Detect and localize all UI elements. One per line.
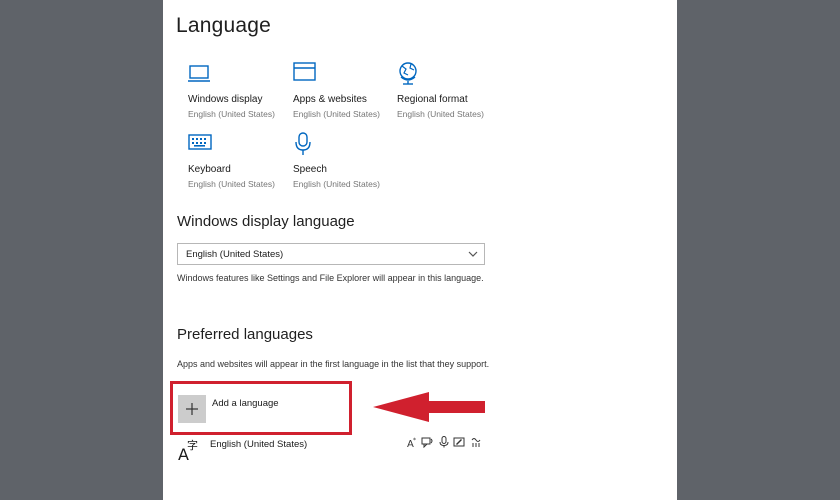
monitor-icon [188,65,210,82]
plus-icon [186,403,198,415]
microphone-icon [295,132,311,155]
speech-recognition-icon [439,436,449,448]
preferred-languages-heading: Preferred languages [177,326,313,343]
tile-title: Windows display [188,94,263,105]
keyboard-icon [188,134,212,150]
tile-apps-websites[interactable]: Apps & websites English (United States) [293,62,403,122]
dropdown-value: English (United States) [186,249,284,260]
tile-subtitle: English (United States) [188,179,275,189]
globe-icon [399,62,417,85]
display-language-icon: A * [407,437,416,448]
display-language-dropdown[interactable]: English (United States) [177,243,485,265]
add-language-label[interactable]: Add a language [212,398,279,409]
tile-subtitle: English (United States) [293,179,380,189]
tile-subtitle: English (United States) [293,109,380,119]
language-glyph-icon: A 字 [178,438,198,462]
tile-title: Speech [293,164,327,175]
window-icon [293,62,316,81]
chevron-down-icon [468,251,478,257]
svg-text:字: 字 [187,438,198,452]
tile-subtitle: English (United States) [188,109,275,119]
display-language-heading: Windows display language [177,213,355,230]
language-item-english-us[interactable]: English (United States) [210,439,307,450]
tile-keyboard[interactable]: Keyboard English (United States) [188,132,298,192]
basic-typing-icon [471,438,481,447]
tile-subtitle: English (United States) [397,109,484,119]
page-title: Language [176,14,272,37]
red-arrow-icon [373,392,485,422]
svg-text:*: * [413,437,416,444]
tile-speech[interactable]: Speech English (United States) [293,132,403,192]
tile-regional-format[interactable]: Regional format English (United States) [397,62,507,122]
tile-title: Apps & websites [293,94,367,105]
tile-title: Keyboard [188,164,231,175]
handwriting-icon [453,437,465,447]
tile-title: Regional format [397,94,468,105]
display-language-description: Windows features like Settings and File … [177,273,484,283]
preferred-languages-description: Apps and websites will appear in the fir… [177,359,490,369]
text-to-speech-icon [421,437,433,448]
add-language-button[interactable] [178,395,206,423]
tile-windows-display[interactable]: Windows display English (United States) [188,62,298,122]
